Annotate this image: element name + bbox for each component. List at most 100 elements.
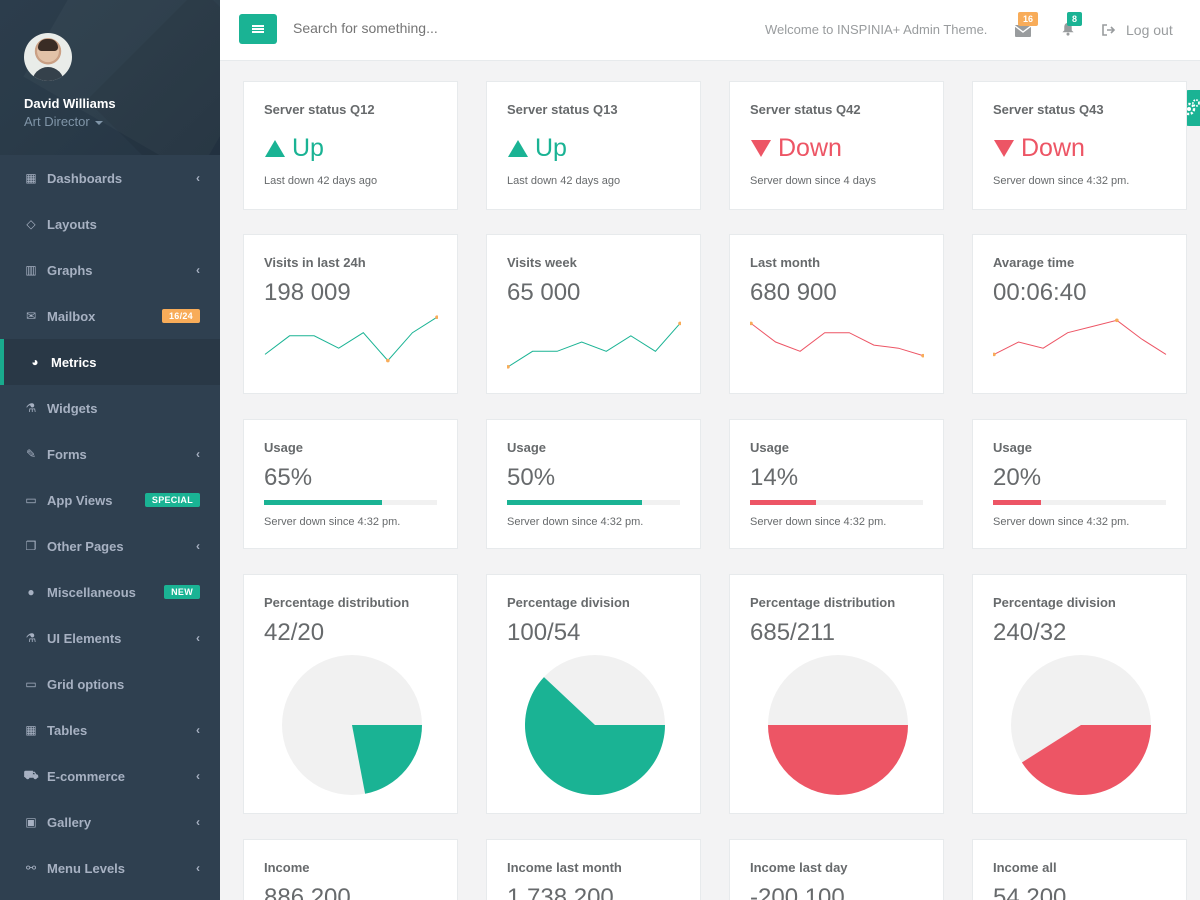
sidebar-item-widgets[interactable]: ⚗ Widgets [0, 385, 220, 431]
sparkline-point [993, 352, 996, 357]
usage-note: Server down since 4:32 pm. [264, 516, 401, 528]
sidebar-item-label: Mailbox [47, 308, 96, 324]
laptop-icon: ▭ [25, 677, 37, 691]
triangle-up-icon [265, 140, 285, 157]
profile-role: Art Director [24, 114, 90, 129]
menu-toggle-button[interactable] [239, 14, 277, 44]
usage-progress-bar [507, 500, 680, 505]
sidebar-item-gallery[interactable]: ▣ Gallery ‹ [0, 799, 220, 845]
pie-chart [768, 655, 908, 795]
progress-fill [993, 500, 1042, 505]
chevron-left-icon: ‹ [196, 815, 200, 829]
income-card: Income 886,200 [243, 839, 458, 900]
card-title: Server status Q13 [507, 102, 618, 117]
pie-card: Percentage distribution 685/211 [729, 574, 944, 814]
sidebar-badge: SPECIAL [144, 493, 200, 507]
sign-out-icon [1102, 24, 1116, 36]
sidebar-item-label: App Views [47, 492, 113, 508]
sidebar-item-ui-elements[interactable]: ⚗ UI Elements ‹ [0, 615, 220, 661]
sparkline-chart [750, 321, 924, 358]
card-title: Income last month [507, 860, 622, 875]
sparkline-line [264, 316, 438, 362]
card-title: Server status Q43 [993, 102, 1104, 117]
sidebar-item-tables[interactable]: ▦ Tables ‹ [0, 707, 220, 753]
sidebar-item-layouts[interactable]: ◇ Layouts [0, 201, 220, 247]
sidebar-item-grid-options[interactable]: ▭ Grid options [0, 661, 220, 707]
profile-name: David Williams [24, 96, 116, 111]
status-value: Down [993, 134, 1085, 163]
th-large-icon: ▦ [25, 171, 37, 185]
profile-role-dropdown[interactable]: Art Director [24, 114, 220, 129]
status-value: Up [264, 134, 324, 163]
card-title: Server status Q42 [750, 102, 861, 117]
top-navbar: Welcome to INSPINIA+ Admin Theme. 16 8 L… [220, 0, 1200, 61]
shopping-cart-icon: ⛟ [23, 768, 39, 782]
sidebar-item-label: Forms [47, 446, 87, 462]
triangle-up-icon [508, 140, 528, 157]
sidebar-item-mailbox[interactable]: ✉ Mailbox 16/24 [0, 293, 220, 339]
pie-value: 100/54 [507, 619, 581, 646]
flask-icon: ⚗ [25, 631, 37, 645]
server-status-card: Server status Q43 Down Server down since 4… [972, 81, 1187, 210]
caret-down-icon [94, 120, 103, 125]
chevron-left-icon: ‹ [196, 723, 200, 737]
server-status-card: Server status Q13 Up Last down 42 days ago [486, 81, 701, 210]
picture-icon: ▣ [25, 815, 37, 829]
sidebar-badge: 16/24 [161, 309, 200, 323]
metric-value: 00:06:40 [993, 279, 1087, 306]
progress-fill [264, 500, 382, 505]
sidebar-item-e-commerce[interactable]: ⛟ E-commerce ‹ [0, 753, 220, 799]
files-icon: ❐ [25, 539, 37, 553]
sidebar-item-label: Other Pages [47, 538, 124, 554]
search-input[interactable] [293, 20, 593, 36]
status-note: Server down since 4 days [750, 175, 876, 187]
status-value: Down [750, 134, 842, 163]
sparkline-point [386, 358, 390, 363]
sidebar-item-menu-levels[interactable]: ⚯ Menu Levels ‹ [0, 845, 220, 891]
logout-link[interactable]: Log out [1102, 22, 1173, 38]
status-text: Up [535, 134, 567, 162]
usage-card: Usage 65% Server down since 4:32 pm. [243, 419, 458, 549]
sidebar-item-label: Tables [47, 722, 88, 738]
sidebar-item-other-pages[interactable]: ❐ Other Pages ‹ [0, 523, 220, 569]
usage-note: Server down since 4:32 pm. [750, 516, 887, 528]
usage-value: 65% [264, 464, 313, 491]
edit-icon: ✎ [25, 447, 37, 461]
card-title: Usage [507, 440, 547, 455]
metric-value: 198 009 [264, 279, 351, 306]
sidebar-item-app-views[interactable]: ▭ App Views SPECIAL [0, 477, 220, 523]
card-title: Percentage distribution [750, 595, 896, 610]
status-text: Down [778, 134, 842, 162]
sidebar-item-metrics[interactable]: ◕ Metrics [0, 339, 220, 385]
pie-value: 240/32 [993, 619, 1067, 646]
usage-value: 20% [993, 464, 1042, 491]
sparkline-line [750, 323, 924, 357]
table-icon: ▦ [25, 723, 37, 737]
globe-icon: ● [27, 585, 35, 599]
envelope-icon[interactable] [1015, 24, 1031, 38]
desktop-icon: ▭ [25, 493, 37, 507]
sparkline-chart [993, 318, 1167, 357]
chevron-left-icon: ‹ [196, 861, 200, 875]
sparkline-point [921, 353, 924, 358]
visits-card: Avarage time 00:06:40 [972, 234, 1187, 394]
sidebar-item-graphs[interactable]: ▥ Graphs ‹ [0, 247, 220, 293]
income-card: Income last month 1 738,200 [486, 839, 701, 900]
sparkline-line [993, 319, 1167, 355]
sidebar-item-label: Miscellaneous [47, 584, 136, 600]
pie-chart [282, 655, 422, 795]
avatar[interactable] [24, 33, 72, 81]
sidebar-nav: ▦ Dashboards ‹ ◇ Layouts ▥ Graphs ‹ ✉ Mailbox 16/2… [0, 155, 220, 891]
income-value: 1 738,200 [507, 884, 614, 900]
status-note: Server down since 4:32 pm. [993, 175, 1130, 187]
logout-label: Log out [1126, 22, 1173, 38]
pie-value: 685/211 [750, 619, 835, 646]
mail-count-badge: 16 [1018, 12, 1039, 26]
sidebar-item-miscellaneous[interactable]: ● Miscellaneous NEW [0, 569, 220, 615]
card-title: Server status Q12 [264, 102, 375, 117]
flask-icon: ⚗ [25, 401, 37, 415]
sidebar-item-dashboards[interactable]: ▦ Dashboards ‹ [0, 155, 220, 201]
usage-note: Server down since 4:32 pm. [507, 516, 644, 528]
sidebar-item-forms[interactable]: ✎ Forms ‹ [0, 431, 220, 477]
card-title: Percentage division [507, 595, 630, 610]
